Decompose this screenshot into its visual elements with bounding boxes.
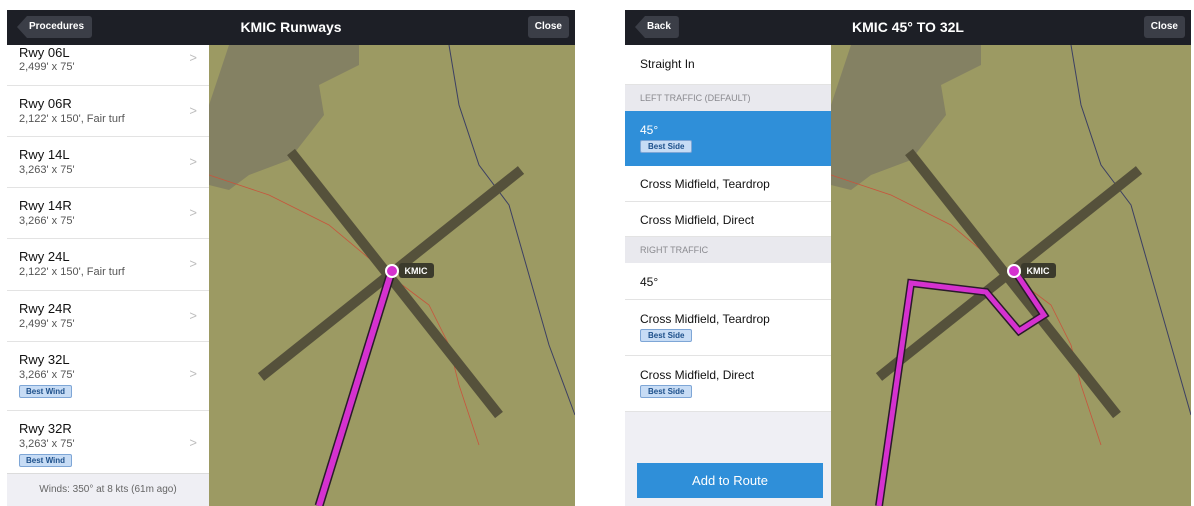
pattern-label: Cross Midfield, Direct <box>640 368 755 382</box>
chevron-right-icon: > <box>189 154 197 169</box>
list-item-right-teardrop[interactable]: Cross Midfield, Teardrop Best Side <box>625 300 831 356</box>
best-side-badge: Best Side <box>640 140 693 153</box>
chevron-right-icon: > <box>189 435 197 450</box>
runway-name: Rwy 24L <box>19 249 70 264</box>
add-to-route-button[interactable]: Add to Route <box>637 463 823 498</box>
list-item[interactable]: Rwy 24L 2,122' x 150', Fair turf > <box>7 239 209 291</box>
runway-dimensions: 2,499' x 75' <box>19 318 75 330</box>
best-wind-badge: Best Wind <box>19 454 73 467</box>
chevron-right-icon: > <box>189 308 197 323</box>
runway-dimensions: 2,122' x 150', Fair turf <box>19 113 125 125</box>
runway-name: Rwy 14L <box>19 147 70 162</box>
list-item-right-direct[interactable]: Cross Midfield, Direct Best Side <box>625 356 831 412</box>
pattern-label: 45° <box>640 275 659 289</box>
runway-name: Rwy 06L <box>19 45 70 60</box>
best-side-badge: Best Side <box>640 385 693 398</box>
runway-name: Rwy 32R <box>19 421 72 436</box>
map-canvas[interactable]: KMIC <box>830 44 1191 506</box>
runway-dimensions: 3,266' x 75' <box>19 369 75 381</box>
list-item[interactable]: Rwy 06R 2,122' x 150', Fair turf > <box>7 86 209 137</box>
list-item-left-teardrop[interactable]: Cross Midfield, Teardrop <box>625 166 831 202</box>
page-title: KMIC Runways <box>240 19 342 35</box>
map-canvas[interactable]: KMIC <box>208 44 575 506</box>
close-button[interactable]: Close <box>527 16 569 38</box>
chevron-right-icon: > <box>189 103 197 118</box>
chevron-right-icon: > <box>189 205 197 220</box>
section-header-left-traffic: LEFT TRAFFIC (DEFAULT) <box>625 85 831 111</box>
runway-list: Rwy 06L 2,499' x 75' > Rwy 06R 2,122' x … <box>7 45 209 506</box>
airport-label: KMIC <box>405 266 428 276</box>
list-item-straight-in[interactable]: Straight In <box>625 45 831 85</box>
map-view[interactable]: KMIC <box>830 44 1191 506</box>
list-item-left-45[interactable]: 45° Best Side <box>625 111 831 167</box>
list-item[interactable]: Rwy 14L 3,263' x 75' > <box>7 137 209 188</box>
section-header-right-traffic: RIGHT TRAFFIC <box>625 237 831 263</box>
list-item[interactable]: Rwy 14R 3,266' x 75' > <box>7 188 209 239</box>
pattern-list: Straight In LEFT TRAFFIC (DEFAULT) 45° B… <box>625 45 831 506</box>
runway-dimensions: 3,266' x 75' <box>19 215 75 227</box>
chevron-right-icon: > <box>189 50 197 65</box>
pattern-label: Straight In <box>640 57 695 71</box>
runway-name: Rwy 14R <box>19 198 72 213</box>
winds-footer: Winds: 350° at 8 kts (61m ago) <box>7 473 209 506</box>
list-item[interactable]: Rwy 32L 3,266' x 75' Best Wind > <box>7 342 209 411</box>
list-item-right-45[interactable]: 45° <box>625 263 831 300</box>
page-title: KMIC 45° TO 32L <box>852 19 964 35</box>
best-side-badge: Best Side <box>640 329 693 342</box>
list-item-left-direct[interactable]: Cross Midfield, Direct <box>625 202 831 237</box>
pattern-label: 45° <box>640 123 659 137</box>
nav-bar: KMIC Runways Procedures Close <box>7 10 575 45</box>
chevron-right-icon: > <box>189 256 197 271</box>
airport-marker[interactable] <box>1007 264 1021 278</box>
pattern-panel: KMIC Straight In LEFT TRAFFIC (DEFAULT) … <box>625 10 1191 506</box>
runway-name: Rwy 24R <box>19 301 72 316</box>
airport-label: KMIC <box>1027 266 1050 276</box>
back-button[interactable]: Procedures <box>17 16 93 38</box>
best-wind-badge: Best Wind <box>19 385 73 398</box>
airport-marker[interactable] <box>385 264 399 278</box>
pattern-label: Cross Midfield, Direct <box>640 213 755 227</box>
runway-dimensions: 2,122' x 150', Fair turf <box>19 266 125 278</box>
map-view[interactable]: KMIC <box>208 44 575 506</box>
pattern-label: Cross Midfield, Teardrop <box>640 177 770 191</box>
list-item[interactable]: Rwy 24R 2,499' x 75' > <box>7 291 209 342</box>
list-item[interactable]: Rwy 06L 2,499' x 75' > <box>7 45 209 86</box>
runway-dimensions: 2,499' x 75' <box>19 61 75 73</box>
runway-name: Rwy 32L <box>19 352 70 367</box>
nav-bar: KMIC 45° TO 32L Back Close <box>625 10 1191 45</box>
pattern-label: Cross Midfield, Teardrop <box>640 312 770 326</box>
runway-dimensions: 3,263' x 75' <box>19 164 75 176</box>
runway-name: Rwy 06R <box>19 96 72 111</box>
runway-dimensions: 3,263' x 75' <box>19 438 75 450</box>
close-button[interactable]: Close <box>1143 16 1185 38</box>
runways-panel: KMIC Rwy 06L 2,499' x 75' > Rwy 06R 2,12… <box>7 10 575 506</box>
list-item[interactable]: Rwy 32R 3,263' x 75' Best Wind > <box>7 411 209 473</box>
chevron-right-icon: > <box>189 366 197 381</box>
